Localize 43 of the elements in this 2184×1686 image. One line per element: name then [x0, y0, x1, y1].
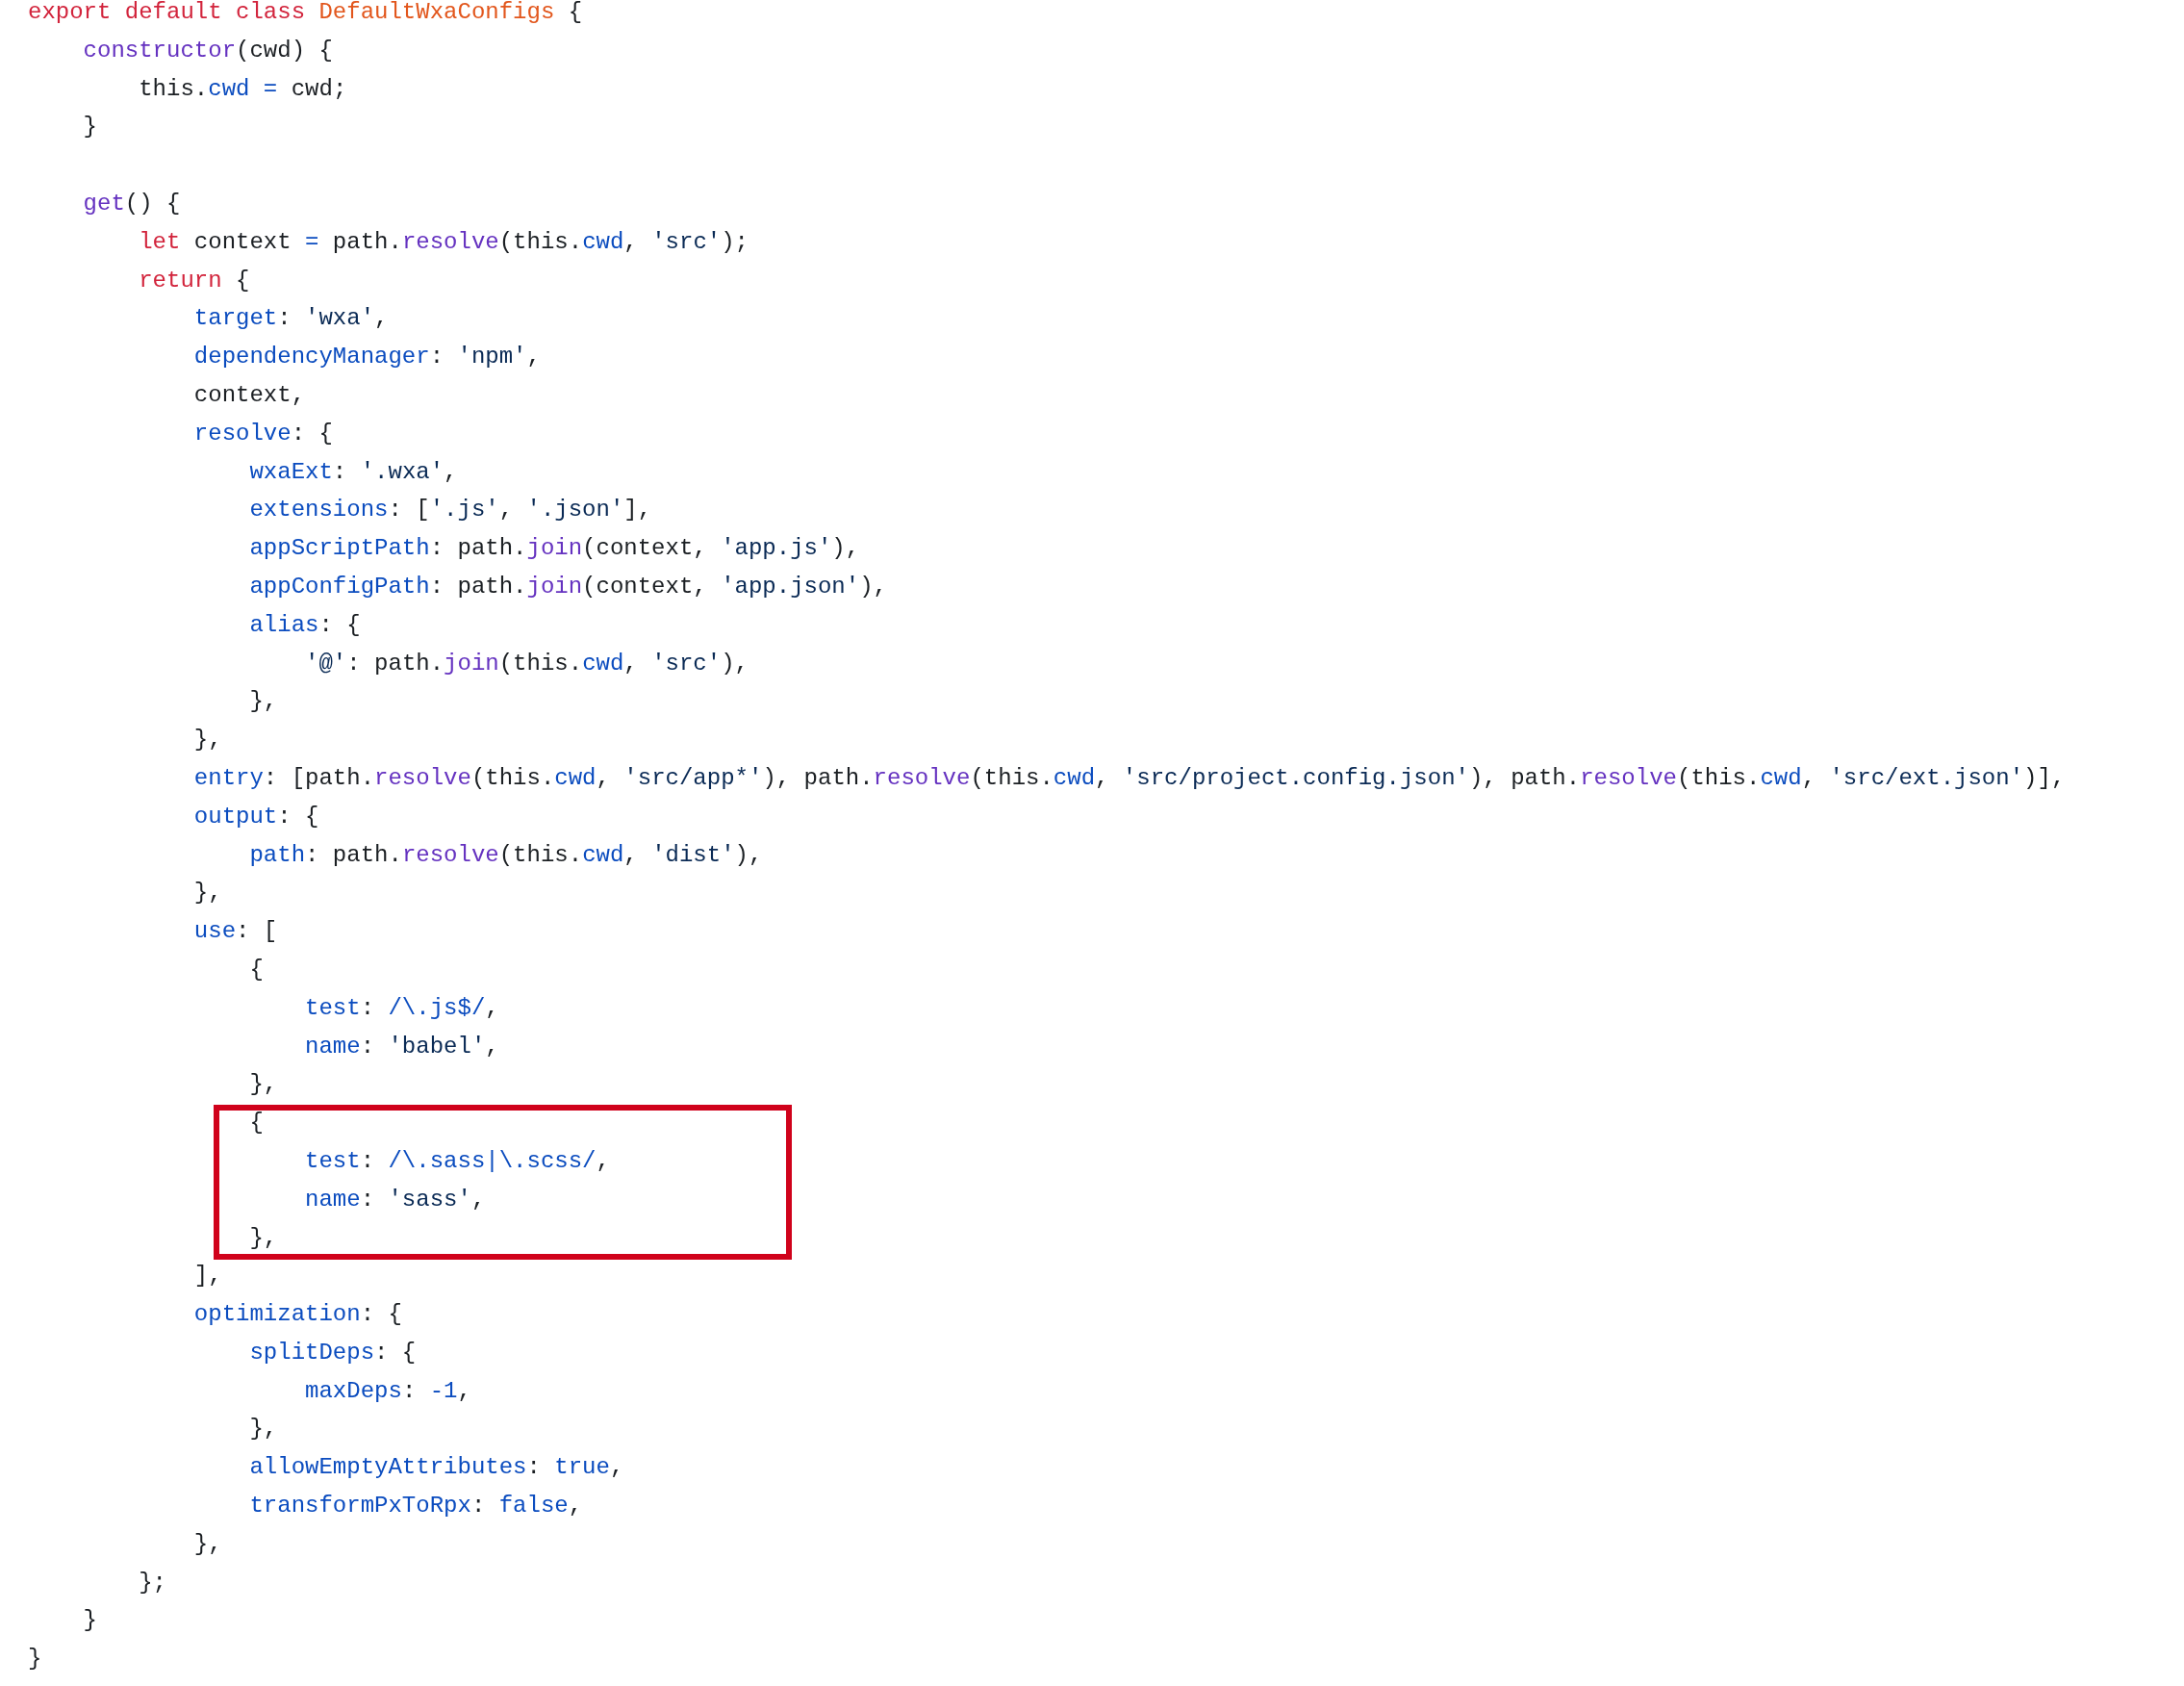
code-line: target: 'wxa', [192, 304, 389, 334]
code-line: context, [192, 380, 306, 410]
code-line: } [82, 1606, 97, 1636]
code-line: test: /\.sass|\.scss/, [304, 1146, 610, 1176]
code-line: } [82, 113, 97, 142]
code-line: }, [248, 1223, 278, 1253]
code-line: optimization: { [192, 1300, 402, 1330]
code-line: export default class DefaultWxaConfigs { [28, 0, 583, 27]
code-line: resolve: { [192, 419, 333, 448]
code-line: wxaExt: '.wxa', [248, 457, 458, 487]
code-line: alias: { [248, 610, 361, 640]
code-line: use: [ [192, 917, 278, 947]
code-line: { [248, 955, 264, 984]
code-line: transformPxToRpx: false, [248, 1492, 583, 1521]
code-line: }; [138, 1568, 167, 1597]
code-line: splitDeps: { [248, 1338, 417, 1367]
code-line: { [248, 1109, 264, 1138]
code-line: }, [248, 1415, 278, 1444]
code-line: ], [192, 1262, 222, 1291]
code-line: this.cwd = cwd; [138, 74, 347, 104]
code-line: dependencyManager: 'npm', [192, 343, 541, 372]
code-line: name: 'sass', [304, 1185, 486, 1214]
code-line: name: 'babel', [304, 1032, 499, 1061]
code-line: appScriptPath: path.join(context, 'app.js'), [248, 534, 860, 564]
code-line: extensions: ['.js', '.json'], [248, 496, 652, 525]
code-line: return { [138, 266, 250, 295]
code-line: } [28, 1645, 42, 1674]
code-line: constructor(cwd) { [82, 36, 333, 65]
code-line: }, [248, 1070, 278, 1100]
code-line: appConfigPath: path.join(context, 'app.json'), [248, 572, 887, 601]
code-line: test: /\.js$/, [304, 993, 499, 1023]
code-line: }, [192, 1529, 222, 1559]
code-line: '@': path.join(this.cwd, 'src'), [304, 649, 749, 678]
code-line: output: { [192, 802, 319, 831]
code-line: allowEmptyAttributes: true, [248, 1453, 624, 1483]
code-line: }, [192, 879, 222, 908]
code-line: }, [248, 687, 278, 717]
code-line: path: path.resolve(this.cwd, 'dist'), [248, 840, 763, 870]
code-line: let context = path.resolve(this.cwd, 'src'); [138, 227, 749, 257]
code-line: get() { [82, 190, 181, 218]
code-line: entry: [path.resolve(this.cwd, 'src/app*'), path.resolve(this.cwd, 'src/project.config.json'), path.resolve(this.cwd, 'src/ext.json')], [192, 763, 2066, 793]
code-line: maxDeps: -1, [304, 1376, 471, 1406]
code-line: }, [192, 726, 222, 755]
